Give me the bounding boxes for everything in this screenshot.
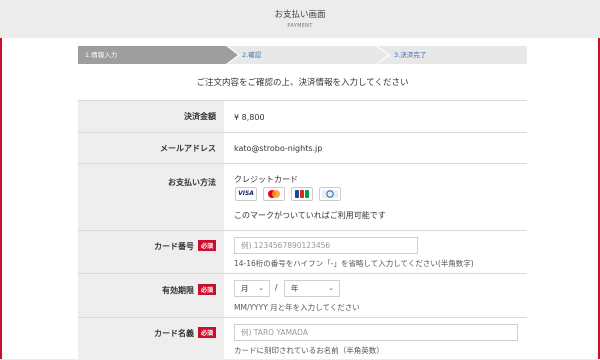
row-expiry: 有効期限 必須 月 ⌄ / 年 ⌄ MM/YYYY 月と年を入力してください <box>78 273 527 318</box>
diners-club-icon <box>319 187 341 201</box>
required-badge: 必須 <box>197 240 216 251</box>
page-subtitle: PAYMENT <box>287 23 313 29</box>
chevron-down-icon: ⌄ <box>328 284 334 292</box>
email-label: メールアドレス <box>160 144 216 153</box>
email-value: kato@strobo-nights.jp <box>234 144 323 153</box>
row-email: メールアドレス kato@strobo-nights.jp <box>78 132 527 164</box>
card-availability-note: このマークがついていればご利用可能です <box>234 211 386 220</box>
expiry-year-select[interactable]: 年 ⌄ <box>284 280 340 297</box>
row-payment-method: お支払い方法 クレジットカード VISA このマークがついていればご利用可能です <box>78 163 527 231</box>
jcb-icon <box>291 187 313 201</box>
expiry-month-value: 月 <box>241 284 249 293</box>
instruction-text: ご注文内容をご確認の上、決済情報を入力してください <box>196 78 409 88</box>
payment-panel: 1.情報入力 2.確認 3.決済完了 ご注文内容をご確認の上、決済情報を入力して… <box>2 38 598 360</box>
row-amount: 決済金額 ¥ 8,800 <box>78 100 527 133</box>
chevron-down-icon: ⌄ <box>258 284 264 292</box>
expiry-separator: / <box>275 283 278 292</box>
card-number-input[interactable]: 例) 1234567890123456 <box>234 237 418 254</box>
amount-label: 決済金額 <box>184 112 216 121</box>
required-badge: 必須 <box>197 327 216 338</box>
card-name-input[interactable]: 例) TARO YAMADA <box>234 324 518 341</box>
row-card-name: カード名義 必須 例) TARO YAMADA カードに刻印されているお名前（半角… <box>78 317 527 360</box>
card-number-label: カード番号 <box>153 242 194 251</box>
required-badge: 必須 <box>197 284 216 295</box>
card-name-label: カード名義 <box>153 329 194 338</box>
mastercard-icon <box>263 187 285 201</box>
page-title: お支払い画面 <box>274 10 326 20</box>
progress-steps: 1.情報入力 2.確認 3.決済完了 <box>78 46 527 64</box>
amount-value: ¥ 8,800 <box>234 113 265 122</box>
row-card-number: カード番号 必須 例) 1234567890123456 14-16桁の番号をハイ… <box>78 230 527 274</box>
card-number-hint: 14-16桁の番号をハイフン「-」を省略して入力してください(半角数字) <box>234 259 474 268</box>
card-brand-logos: VISA <box>235 187 355 203</box>
step-confirm: 2.確認 <box>228 46 388 64</box>
expiry-year-value: 年 <box>291 284 299 293</box>
expiry-hint: MM/YYYY 月と年を入力してください <box>234 303 360 312</box>
expiry-label: 有効期限 <box>161 286 194 295</box>
page-header: お支払い画面 PAYMENT <box>0 0 600 38</box>
step-input: 1.情報入力 <box>78 46 238 64</box>
step-complete: 3.決済完了 <box>378 46 527 64</box>
payment-method-value: クレジットカード <box>234 175 298 184</box>
payment-method-label: お支払い方法 <box>168 178 216 187</box>
card-name-hint: カードに刻印されているお名前（半角英数） <box>234 346 384 355</box>
visa-icon: VISA <box>235 187 257 201</box>
expiry-month-select[interactable]: 月 ⌄ <box>234 280 270 297</box>
